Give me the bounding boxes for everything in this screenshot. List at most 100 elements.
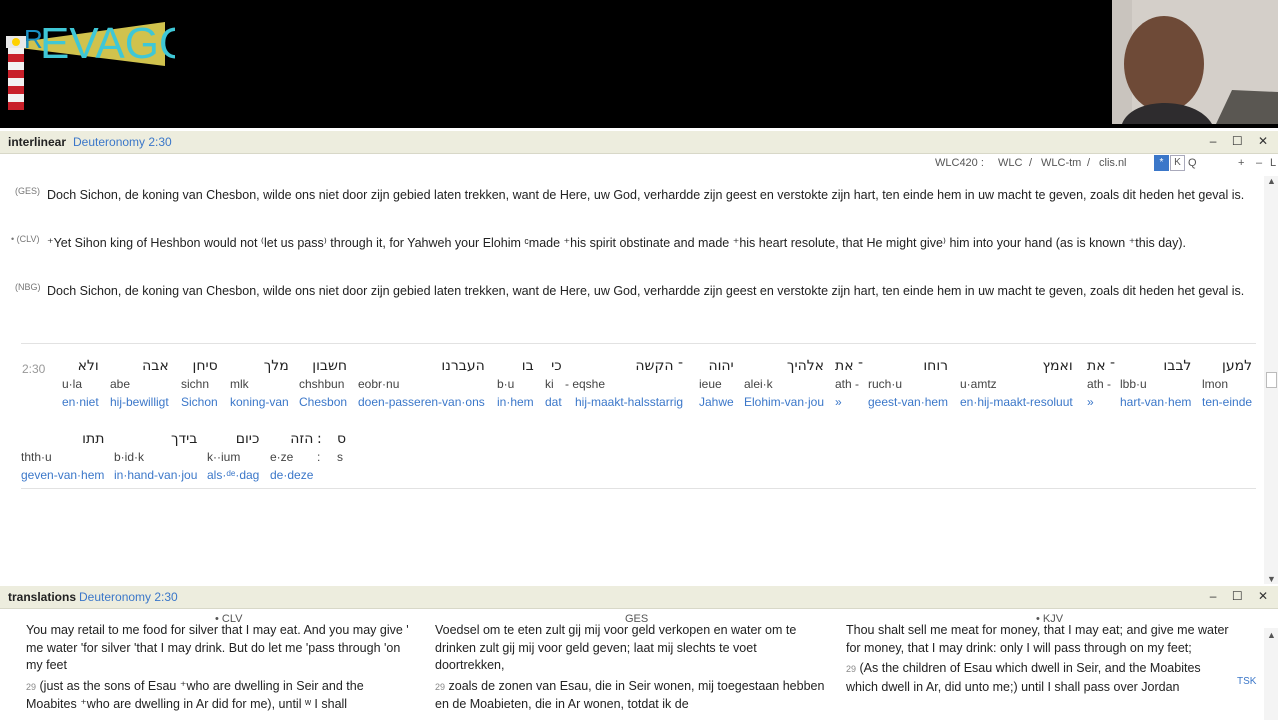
window-controls[interactable]: – ☐ ✕	[1210, 134, 1274, 148]
gloss: hij-bewilligt	[110, 395, 169, 409]
section-divider	[21, 488, 1256, 489]
gloss: geest-van·hem	[868, 395, 949, 409]
source-wlc420[interactable]: WLC420 :	[935, 157, 984, 169]
hebrew-word: ־ את	[835, 358, 864, 374]
verse-text-ges: Doch Sichon, de koning van Chesbon, wild…	[47, 188, 1245, 202]
verse-number: 29	[846, 664, 857, 674]
scroll-down-icon[interactable]: ▼	[1267, 574, 1276, 584]
gloss: doen-passeren-van·ons	[358, 395, 485, 409]
word[interactable]: סs	[337, 430, 346, 466]
panel-title: interlinear	[8, 135, 67, 149]
layout-button[interactable]: L	[1270, 157, 1276, 169]
hebrew-word: יהוה	[708, 358, 734, 374]
word[interactable]: מלך mlk koning-van	[230, 357, 289, 411]
word[interactable]: לבבו lbb·u hart-van·hem	[1120, 357, 1191, 411]
verse-text: zoals de zonen van Esau, die in Seir won…	[435, 678, 825, 712]
verse-number: 29	[435, 681, 446, 692]
hebrew-word: לבבו	[1163, 358, 1192, 374]
transliteration: thth·u	[21, 450, 52, 464]
word[interactable]: הזה e·ze de·deze	[270, 430, 313, 484]
word[interactable]: יהוה ieue Jahwe	[699, 357, 734, 411]
window-controls[interactable]: – ☐ ✕	[1210, 589, 1274, 603]
word[interactable]: אבה abe hij-bewilligt	[110, 357, 169, 411]
hebrew-word: בו	[521, 358, 534, 374]
translation-column-clv: You may retail to me food for silver tha…	[26, 622, 416, 720]
toggle-k[interactable]: K	[1170, 155, 1185, 171]
word[interactable]: ואמץ u·amtz en·hij-maakt-resoluut	[960, 357, 1073, 411]
source-wlc-tm[interactable]: WLC-tm	[1041, 157, 1081, 169]
source-toolbar: WLC420 : WLC / WLC-tm / clis.nl * K Q + …	[0, 153, 1278, 173]
hebrew-word: כיום	[235, 431, 260, 447]
close-icon[interactable]: ✕	[1258, 589, 1274, 603]
word[interactable]: ::	[317, 430, 322, 466]
gloss: als·ᵈᵉ·dag	[207, 468, 260, 482]
word[interactable]: כי ki dat	[545, 357, 562, 411]
gloss: en·niet	[62, 395, 99, 409]
zoom-in-button[interactable]: +	[1238, 157, 1244, 169]
verse-reference: 2:30	[22, 362, 46, 376]
close-icon[interactable]: ✕	[1258, 134, 1274, 148]
source-separator: /	[1029, 157, 1033, 169]
gloss: Elohim-van·jou	[744, 395, 825, 409]
transliteration: - eqshe	[565, 377, 606, 391]
toggle-star[interactable]: *	[1154, 155, 1169, 171]
hebrew-word: ס	[337, 431, 347, 447]
gloss: Jahwe	[699, 395, 734, 409]
hebrew-word: מלך	[263, 358, 289, 374]
word[interactable]: למען lmon ten-einde	[1202, 357, 1252, 411]
source-clis[interactable]: clis.nl	[1099, 157, 1127, 169]
word[interactable]: ולא u·la en·niet	[62, 357, 99, 411]
word[interactable]: אלהיך alei·k Elohim-van·jou	[744, 357, 824, 411]
word[interactable]: רוחו ruch·u geest-van·hem	[868, 357, 948, 411]
verse-text: (just as the sons of Esau ⁺who are dwell…	[26, 678, 364, 712]
panel-reference[interactable]: Deuteronomy 2:30	[73, 135, 172, 149]
minimize-icon[interactable]: –	[1210, 589, 1223, 603]
transliteration: alei·k	[744, 377, 773, 391]
tsk-link[interactable]: TSK	[1237, 676, 1256, 687]
gloss: hart-van·hem	[1120, 395, 1192, 409]
verse-text: Voedsel om te eten zult gij mij voor gel…	[435, 623, 797, 672]
gloss: en·hij-maakt-resoluut	[960, 395, 1073, 409]
translations-scrollbar[interactable]: ▲	[1264, 628, 1278, 720]
gloss: ten-einde	[1202, 395, 1253, 409]
translations-panel-header: translations Deuteronomy 2:30 – ☐ ✕	[0, 586, 1278, 609]
word[interactable]: ־ הקשה - eqshe hij-maakt-halsstarrig	[565, 357, 683, 411]
transliteration: ath -	[1087, 377, 1112, 391]
hebrew-word: העברנו	[441, 358, 485, 374]
translation-column-ges: Voedsel om te eten zult gij mij voor gel…	[435, 622, 825, 720]
verse-number: 29	[26, 681, 37, 692]
translation-column-kjv: Thou shalt sell me meat for money, that …	[846, 622, 1236, 720]
word[interactable]: חשבון chshbun Chesbon	[299, 357, 347, 411]
scroll-thumb[interactable]	[1266, 372, 1277, 388]
gloss: »	[1087, 395, 1094, 409]
transliteration: e·ze	[270, 450, 294, 464]
word[interactable]: ־ את ath - »	[835, 357, 863, 411]
word[interactable]: העברנו eobr·nu doen-passeren-van·ons	[358, 357, 485, 411]
scroll-up-icon[interactable]: ▲	[1267, 176, 1276, 186]
search-q-button[interactable]: Q	[1188, 157, 1197, 169]
transliteration: u·amtz	[960, 377, 997, 391]
maximize-icon[interactable]: ☐	[1232, 589, 1249, 603]
source-wlc[interactable]: WLC	[998, 157, 1022, 169]
verse-text: You may retail to me food for silver tha…	[26, 623, 409, 672]
word[interactable]: סיחן sichn Sichon	[181, 357, 218, 411]
hebrew-word: בידך	[171, 431, 198, 447]
transliteration: abe	[110, 377, 131, 391]
panel-title: translations	[8, 590, 77, 604]
maximize-icon[interactable]: ☐	[1232, 134, 1249, 148]
hebrew-word: כי	[551, 358, 562, 374]
gloss: de·deze	[270, 468, 314, 482]
word[interactable]: ־ את ath - »	[1087, 357, 1115, 411]
zoom-out-button[interactable]: –	[1256, 157, 1262, 169]
word[interactable]: כיום k··ium als·ᵈᵉ·dag	[207, 430, 259, 484]
scroll-up-icon[interactable]: ▲	[1267, 630, 1276, 640]
word[interactable]: תתו thth·u geven-van·hem	[21, 430, 104, 484]
gloss: hij-maakt-halsstarrig	[575, 395, 684, 409]
panel-reference[interactable]: Deuteronomy 2:30	[79, 590, 178, 604]
word[interactable]: בו b·u in·hem	[497, 357, 534, 411]
transliteration: b·id·k	[114, 450, 145, 464]
hebrew-word: ולא	[77, 358, 99, 374]
word[interactable]: בידך b·id·k in·hand-van·jou	[114, 430, 197, 484]
interlinear-scrollbar[interactable]: ▲ ▼	[1264, 176, 1278, 584]
minimize-icon[interactable]: –	[1210, 134, 1223, 148]
